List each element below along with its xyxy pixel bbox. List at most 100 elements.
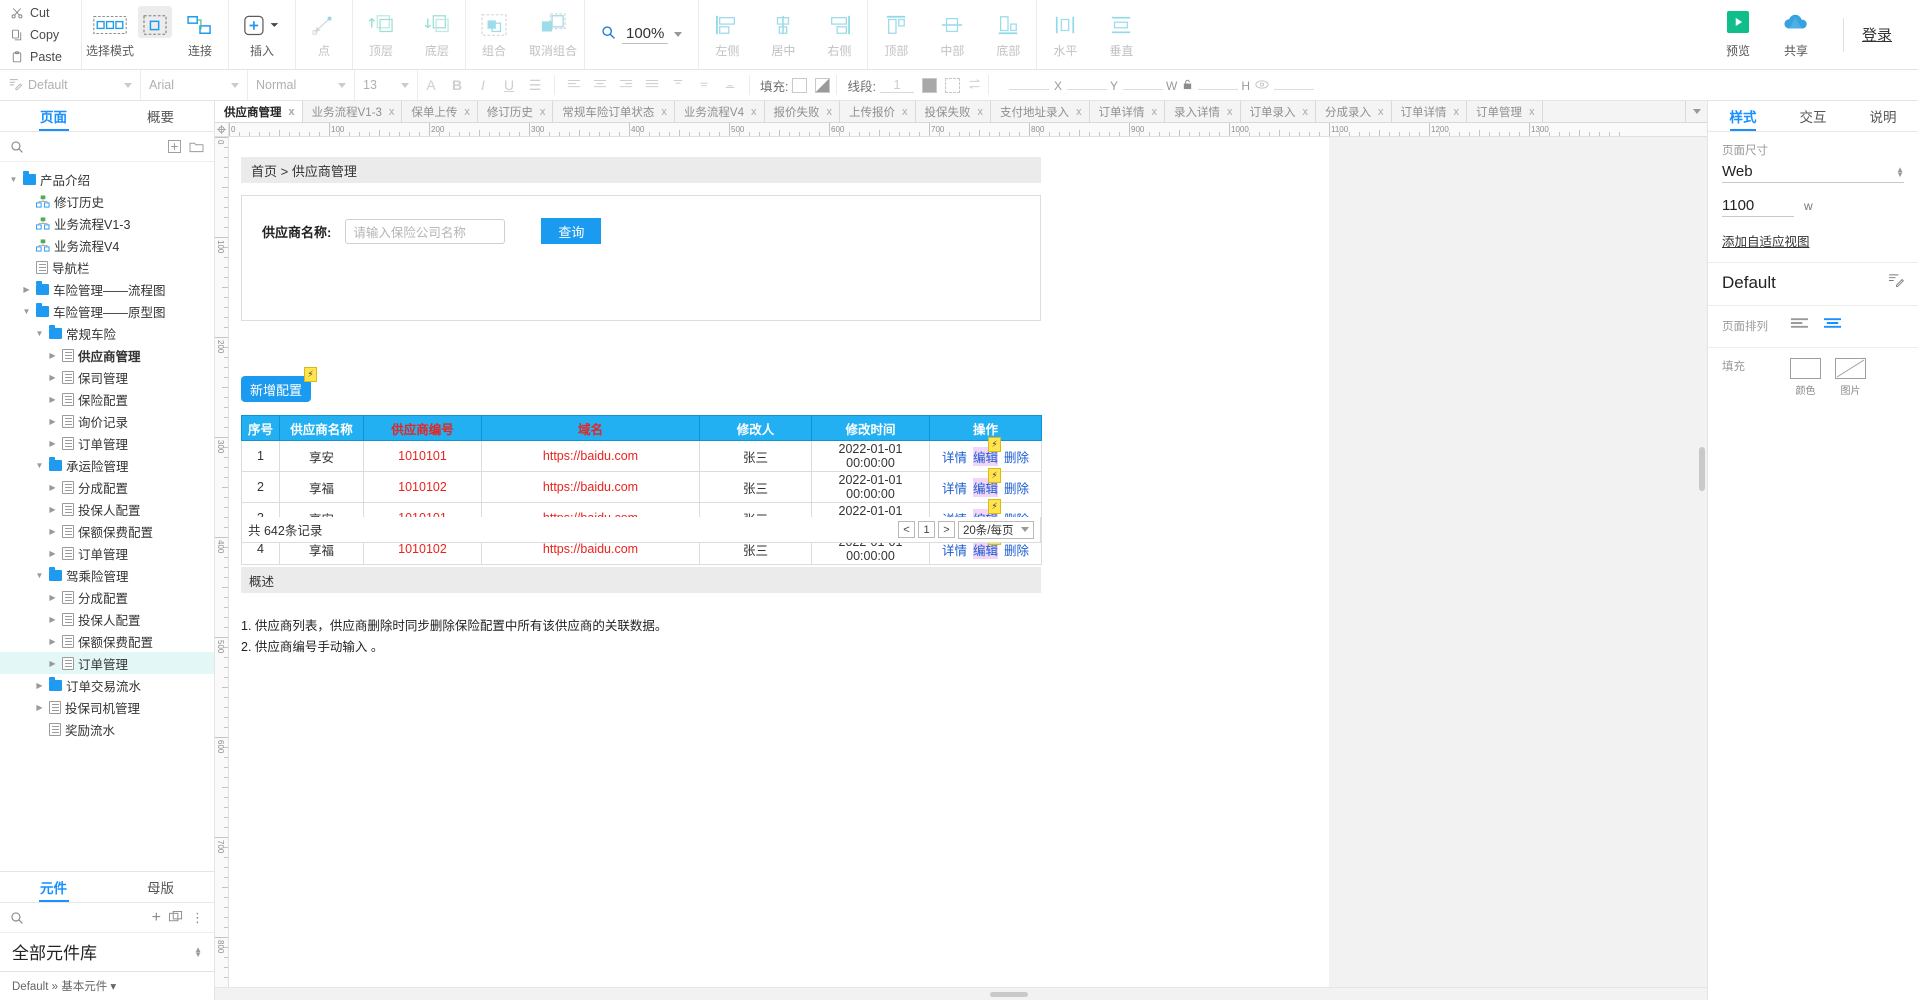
ruler-origin[interactable]	[215, 123, 229, 137]
ungroup-button[interactable]: 取消组合	[522, 6, 584, 59]
chevron-right-icon[interactable]: ▶	[34, 681, 45, 690]
plus-icon[interactable]: +	[152, 909, 161, 927]
scrollbar-thumb[interactable]	[990, 992, 1028, 997]
chevron-right-icon[interactable]: ▶	[47, 593, 58, 602]
more-options-icon[interactable]: ⋮	[191, 911, 204, 924]
tree-item-2[interactable]: 业务流程V1-3	[0, 212, 214, 234]
chevron-right-icon[interactable]: ▶	[47, 615, 58, 624]
page-size-select[interactable]: 20条/每页	[958, 520, 1034, 539]
action-link-0[interactable]: 详情	[942, 447, 967, 466]
close-icon[interactable]: x	[1529, 106, 1535, 118]
document-tab-14[interactable]: 订单详情 x	[1391, 101, 1467, 122]
tree-item-23[interactable]: ▶ 订单交易流水	[0, 674, 214, 696]
tree-item-12[interactable]: ▶ 订单管理	[0, 432, 214, 454]
canvas-vertical-scrollbar[interactable]	[1699, 447, 1705, 491]
document-tab-9[interactable]: 支付地址录入 x	[991, 101, 1090, 122]
tab-outline[interactable]: 概要	[107, 101, 214, 131]
font-weight-select[interactable]: Normal	[248, 70, 355, 100]
add-adaptive-view-link[interactable]: 添加自适应视图	[1722, 231, 1904, 250]
widget-library-select[interactable]: 全部元件库 ▲ ▼	[0, 933, 214, 972]
widget-library-path[interactable]: Default » 基本元件 ▾	[0, 972, 214, 1000]
tree-item-25[interactable]: 奖励流水	[0, 718, 214, 740]
document-tab-15[interactable]: 订单管理 x	[1467, 101, 1543, 122]
action-link-2[interactable]: 删除	[1004, 447, 1029, 466]
align-right-button[interactable]: 右侧	[811, 6, 867, 59]
document-tab-2[interactable]: 保单上传 x	[402, 101, 478, 122]
cut-button[interactable]: Cut	[10, 3, 81, 22]
point-button[interactable]: 点	[296, 6, 352, 59]
chevron-down-icon[interactable]: ▼	[34, 461, 45, 470]
document-tab-12[interactable]: 订单录入 x	[1240, 101, 1316, 122]
tab-interactions[interactable]: 交互	[1778, 101, 1848, 131]
document-tab-10[interactable]: 订单详情 x	[1089, 101, 1165, 122]
tree-item-10[interactable]: ▶ 保险配置	[0, 388, 214, 410]
tree-item-0[interactable]: ▼ 产品介绍	[0, 168, 214, 190]
align-top-button[interactable]: 顶部	[868, 6, 924, 59]
next-page-button[interactable]: >	[938, 521, 955, 538]
tree-item-21[interactable]: ▶ 保额保费配置	[0, 630, 214, 652]
chevron-updown-icon[interactable]: ▲ ▼	[194, 945, 202, 958]
tree-item-7[interactable]: ▼ 常规车险	[0, 322, 214, 344]
design-canvas[interactable]: 首页 > 供应商管理 供应商名称: 请输入保险公司名称 查询 新增配置 ⚡ 序号…	[229, 137, 1707, 987]
add-page-icon[interactable]	[168, 140, 181, 153]
vertical-ruler[interactable]: 0 100 200 300 400 500 600 700 800	[215, 137, 229, 987]
tree-item-9[interactable]: ▶ 保司管理	[0, 366, 214, 388]
text-align-justify-icon[interactable]	[639, 77, 665, 93]
bold-icon[interactable]: B	[444, 77, 470, 93]
chevron-right-icon[interactable]: ▶	[47, 659, 58, 668]
bring-to-front-button[interactable]: 顶层	[353, 6, 409, 59]
tree-item-13[interactable]: ▼ 承运险管理	[0, 454, 214, 476]
chevron-down-icon[interactable]: ▼	[21, 307, 32, 316]
chevron-right-icon[interactable]: ▶	[47, 351, 58, 360]
align-center-page-icon[interactable]	[1823, 316, 1842, 335]
align-left-button[interactable]: 左侧	[699, 6, 755, 59]
prev-page-button[interactable]: <	[898, 521, 915, 538]
chevron-down-icon[interactable]	[674, 32, 683, 37]
chevron-right-icon[interactable]: ▶	[47, 505, 58, 514]
w-field[interactable]: W	[1166, 77, 1239, 93]
align-center-button[interactable]: 居中	[755, 6, 811, 59]
distribute-vertical-button[interactable]: 垂直	[1093, 6, 1149, 59]
tab-widgets[interactable]: 元件	[0, 872, 107, 902]
text-align-center-icon[interactable]	[587, 77, 613, 93]
close-icon[interactable]: x	[464, 106, 470, 118]
edit-style-icon[interactable]	[1888, 273, 1904, 293]
close-icon[interactable]: x	[540, 106, 546, 118]
tree-item-24[interactable]: ▶ 投保司机管理	[0, 696, 214, 718]
close-icon[interactable]: x	[661, 106, 667, 118]
close-icon[interactable]: x	[902, 106, 908, 118]
fill-image-option[interactable]: 图片	[1835, 358, 1866, 397]
tree-item-1[interactable]: 修订历史	[0, 190, 214, 212]
search-icon[interactable]	[10, 911, 24, 925]
tree-item-19[interactable]: ▶ 分成配置	[0, 586, 214, 608]
text-align-left-icon[interactable]	[561, 77, 587, 93]
document-tab-8[interactable]: 投保失败 x	[915, 101, 991, 122]
italic-icon[interactable]: I	[470, 77, 496, 93]
close-icon[interactable]: x	[1378, 106, 1384, 118]
vertical-align-middle-icon[interactable]	[691, 77, 717, 93]
chevron-down-icon[interactable]: ▼	[34, 329, 45, 338]
style-preset-value[interactable]: Default	[28, 78, 132, 92]
chevron-right-icon[interactable]: ▶	[47, 439, 58, 448]
align-bottom-button[interactable]: 底部	[980, 6, 1036, 59]
tree-item-20[interactable]: ▶ 投保人配置	[0, 608, 214, 630]
tree-item-4[interactable]: 导航栏	[0, 256, 214, 278]
tab-overflow-button[interactable]	[1685, 101, 1707, 122]
action-link-2[interactable]: 删除	[1004, 478, 1029, 497]
query-button[interactable]: 查询	[541, 218, 602, 244]
document-tab-3[interactable]: 修订历史 x	[477, 101, 554, 122]
zoom-value[interactable]: 100%	[622, 25, 669, 44]
distribute-horizontal-button[interactable]: 水平	[1037, 6, 1093, 59]
document-tab-11[interactable]: 录入详情 x	[1165, 101, 1241, 122]
y-field[interactable]: Y	[1110, 77, 1163, 93]
underline-icon[interactable]: U	[496, 77, 522, 93]
vertical-align-top-icon[interactable]	[665, 77, 691, 93]
tree-item-18[interactable]: ▼ 驾乘险管理	[0, 564, 214, 586]
document-tab-0[interactable]: 供应商管理 x	[215, 101, 303, 122]
action-link-0[interactable]: 详情	[942, 478, 967, 497]
tab-style[interactable]: 样式	[1708, 101, 1778, 131]
group-button[interactable]: 组合	[466, 6, 522, 59]
prototype-page[interactable]: 首页 > 供应商管理 供应商名称: 请输入保险公司名称 查询 新增配置 ⚡ 序号…	[229, 137, 1329, 987]
page-size-select[interactable]: Web ▲ ▼	[1722, 163, 1904, 183]
line-style-swatch[interactable]	[944, 77, 960, 93]
